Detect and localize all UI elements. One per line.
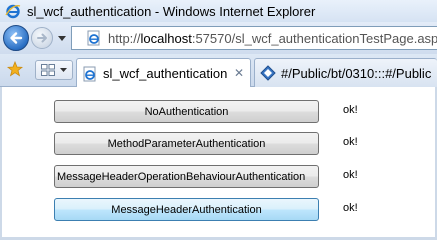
favorites-button[interactable] [6, 60, 24, 78]
tab-label: #/Public/bt/0310:::#/Public [281, 65, 432, 81]
message-header-authentication-result: ok! [343, 202, 358, 214]
favorites-star-icon [7, 61, 23, 77]
ie-page-icon [86, 30, 102, 46]
title-bar: sl_wcf_authentication - Windows Internet… [0, 0, 437, 22]
method-parameter-authentication-button[interactable]: MethodParameterAuthentication [54, 132, 319, 155]
no-authentication-button[interactable]: NoAuthentication [54, 100, 319, 123]
window-title: sl_wcf_authentication - Windows Internet… [27, 3, 316, 19]
forward-arrow-icon [37, 33, 47, 43]
forward-button[interactable] [31, 27, 53, 49]
tab-close-icon[interactable]: ✕ [234, 66, 244, 80]
module-icon [260, 65, 276, 81]
history-dropdown-button[interactable] [57, 33, 67, 43]
ie-logo-icon [5, 3, 21, 19]
chevron-down-icon [58, 35, 66, 41]
tab-list-chevron-icon [60, 68, 67, 72]
page-content: NoAuthentication ok! MethodParameterAuth… [0, 87, 437, 237]
tab-bar: sl_wcf_authentication ✕ #/Public/bt/0310… [0, 54, 437, 88]
ie-page-icon [82, 66, 98, 82]
back-button[interactable] [3, 25, 29, 51]
message-header-operation-behaviour-authentication-result: ok! [343, 169, 358, 181]
message-header-operation-behaviour-authentication-button[interactable]: MessageHeaderOperationBehaviourAuthentic… [54, 165, 319, 188]
address-url[interactable]: http://localhost:57570/sl_wcf_authentica… [108, 31, 437, 46]
message-header-authentication-button[interactable]: MessageHeaderAuthentication [54, 198, 319, 221]
tab-label: sl_wcf_authentication [103, 66, 228, 81]
address-bar[interactable]: http://localhost:57570/sl_wcf_authentica… [71, 26, 437, 50]
navigation-bar: http://localhost:57570/sl_wcf_authentica… [0, 22, 437, 54]
tab-sl-wcf-authentication[interactable]: sl_wcf_authentication ✕ [76, 58, 251, 88]
quick-tabs-button[interactable] [35, 60, 73, 80]
back-arrow-icon [10, 32, 23, 44]
tab-public-bt[interactable]: #/Public/bt/0310:::#/Public [254, 58, 437, 87]
method-parameter-authentication-result: ok! [343, 136, 358, 148]
quick-tabs-grid-icon [41, 64, 55, 76]
no-authentication-result: ok! [343, 104, 358, 116]
